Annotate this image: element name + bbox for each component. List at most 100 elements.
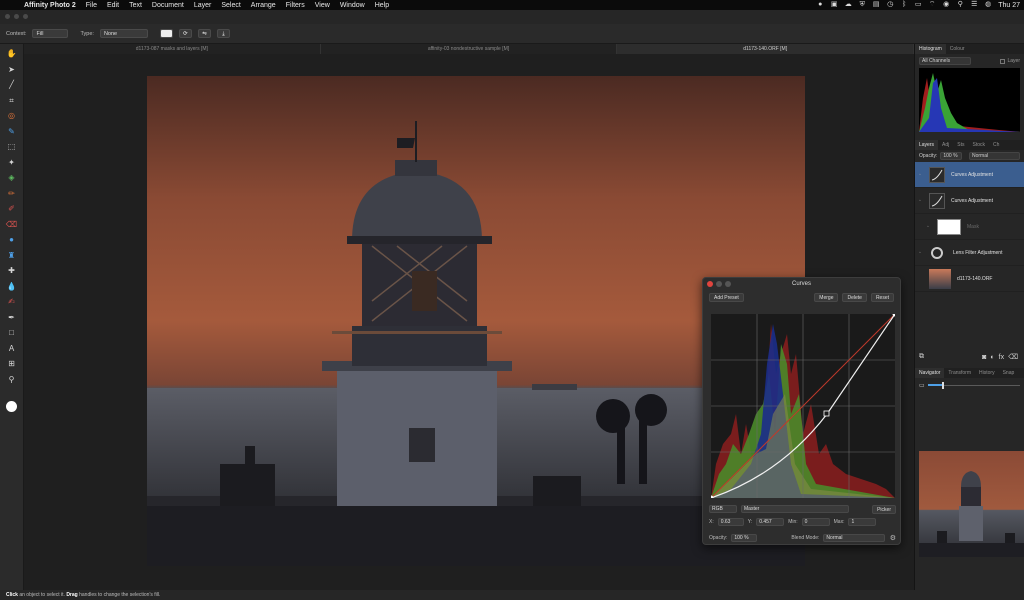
record-icon[interactable]: ● xyxy=(816,1,824,9)
visibility-icon[interactable]: ◦ xyxy=(919,250,924,256)
tab-layers[interactable]: Layers xyxy=(915,140,939,150)
document-tab[interactable]: d1173-087 masks and layers [M] xyxy=(24,44,321,54)
bluetooth-icon[interactable]: ᛒ xyxy=(900,1,908,9)
colour-swatch[interactable] xyxy=(6,401,17,412)
min-value-field[interactable]: 0 xyxy=(801,518,830,526)
layer-blend-mode-dropdown[interactable]: Normal xyxy=(968,152,1020,160)
view-tool-icon[interactable]: ✋ xyxy=(6,48,18,59)
curves-graph[interactable] xyxy=(708,311,898,501)
layer-checkbox[interactable]: Layer xyxy=(1000,58,1020,64)
menu-document[interactable]: Document xyxy=(152,2,184,9)
tab-channels[interactable]: Ch xyxy=(989,140,1003,150)
tab-history[interactable]: History xyxy=(975,368,999,378)
shield-icon[interactable]: ⛨ xyxy=(858,1,866,9)
tab-colour[interactable]: Colour xyxy=(946,44,969,54)
control-center-icon[interactable]: ☰ xyxy=(970,1,978,9)
menu-edit[interactable]: Edit xyxy=(107,2,119,9)
picker-button[interactable]: Picker xyxy=(872,504,896,514)
delete-button[interactable]: Delete xyxy=(842,292,867,302)
add-preset-button[interactable]: Add Preset xyxy=(709,292,744,302)
curves-title-bar[interactable]: Curves xyxy=(703,278,900,290)
shape-tool-icon[interactable]: □ xyxy=(6,327,18,338)
zoom-dialog-button[interactable] xyxy=(725,281,731,287)
zoom-track[interactable] xyxy=(927,381,1020,389)
creative-cloud-icon[interactable]: ☁ xyxy=(844,1,852,9)
layer-row[interactable]: d1173-140.ORF xyxy=(915,266,1024,292)
settings-gear-icon[interactable]: ⚙ xyxy=(890,534,896,542)
menu-text[interactable]: Text xyxy=(129,2,142,9)
document-tab-active[interactable]: d1173-140.ORF [M] xyxy=(617,44,915,54)
x-value-field[interactable]: 0.63 xyxy=(717,518,744,526)
fx-icon[interactable]: fx xyxy=(999,354,1004,361)
menu-window[interactable]: Window xyxy=(340,2,365,9)
erase-tool-icon[interactable]: ⌫ xyxy=(6,219,18,230)
wifi-icon[interactable]: ⌔ xyxy=(928,1,936,9)
crop-tool-icon[interactable]: ⌗ xyxy=(6,95,18,106)
visibility-icon[interactable]: ◦ xyxy=(919,172,924,178)
adjustment-icon[interactable]: ◐ xyxy=(990,354,994,361)
layer-opacity-field[interactable]: 100 % xyxy=(940,152,962,160)
y-value-field[interactable]: 0.457 xyxy=(756,518,785,526)
merge-button[interactable]: Merge xyxy=(814,292,839,302)
layer-row[interactable]: ◦ Curves Adjustment xyxy=(915,162,1024,188)
tab-styles[interactable]: Sts xyxy=(953,140,968,150)
zoom-out-icon[interactable]: ▭ xyxy=(919,382,925,389)
menu-file[interactable]: File xyxy=(86,2,97,9)
fill-tool-icon[interactable]: ◈ xyxy=(6,172,18,183)
camera-icon[interactable]: ▣ xyxy=(830,1,838,9)
pen-tool-icon[interactable]: ✒ xyxy=(6,312,18,323)
tab-stock[interactable]: Stock xyxy=(968,140,989,150)
colour-space-dropdown[interactable]: RGB xyxy=(709,505,737,513)
context-dropdown[interactable]: Fill xyxy=(32,29,69,38)
user-icon[interactable]: ◉ xyxy=(942,1,950,9)
battery-icon[interactable]: ▭ xyxy=(914,1,922,9)
selection-brush-icon[interactable]: ✎ xyxy=(6,126,18,137)
channels-dropdown[interactable]: All Channels xyxy=(919,57,971,65)
close-window-button[interactable] xyxy=(5,14,10,19)
layer-options-icon[interactable]: ⧉ xyxy=(919,353,924,361)
visibility-icon[interactable]: ◦ xyxy=(919,198,924,204)
smudge-tool-icon[interactable]: ✍ xyxy=(6,296,18,307)
mesh-warp-icon[interactable]: ⊞ xyxy=(6,358,18,369)
reset-button[interactable]: Reset xyxy=(870,292,894,302)
type-dropdown[interactable]: None xyxy=(99,29,148,38)
close-dialog-button[interactable] xyxy=(707,281,713,287)
blend-mode-dropdown[interactable]: Normal xyxy=(823,534,886,542)
gradient-swatch-button[interactable] xyxy=(159,29,173,38)
reverse-fill-icon[interactable]: ⟳ xyxy=(178,29,192,38)
swap-fill-icon[interactable]: ⇋ xyxy=(197,29,211,38)
menu-arrange[interactable]: Arrange xyxy=(251,2,276,9)
app-name-menu[interactable]: Affinity Photo 2 xyxy=(24,2,76,9)
move-tool-icon[interactable]: ➤ xyxy=(6,64,18,75)
healing-tool-icon[interactable]: ✚ xyxy=(6,265,18,276)
brush-tool-icon[interactable]: ✏ xyxy=(6,188,18,199)
zoom-window-button[interactable] xyxy=(23,14,28,19)
navigator-preview[interactable] xyxy=(919,451,1024,557)
menu-clock[interactable]: Thu 27 xyxy=(998,2,1020,9)
document-tab[interactable]: affinity-03 nondestructive sample [M] xyxy=(321,44,618,54)
dodge-tool-icon[interactable]: ● xyxy=(6,234,18,245)
menu-select[interactable]: Select xyxy=(221,2,240,9)
opacity-field[interactable]: 100 % xyxy=(731,534,758,542)
pixel-tool-icon[interactable]: ✐ xyxy=(6,203,18,214)
navigator-zoom-slider[interactable]: ▭ xyxy=(915,378,1024,392)
minimize-dialog-button[interactable] xyxy=(716,281,722,287)
clone-tool-icon[interactable]: ♜ xyxy=(6,250,18,261)
tab-transform[interactable]: Transform xyxy=(944,368,975,378)
siri-icon[interactable]: ◍ xyxy=(984,1,992,9)
tab-snapping[interactable]: Snap xyxy=(999,368,1019,378)
curves-dialog[interactable]: Curves Add Preset Merge Delete Reset RGB… xyxy=(702,277,901,545)
color-picker-icon[interactable]: ╱ xyxy=(6,79,18,90)
minimize-window-button[interactable] xyxy=(14,14,19,19)
text-tool-icon[interactable]: A xyxy=(6,343,18,354)
menu-filters[interactable]: Filters xyxy=(286,2,305,9)
paint-mixer-icon[interactable]: ◎ xyxy=(6,110,18,121)
channel-dropdown[interactable]: Master xyxy=(741,505,849,513)
marquee-tool-icon[interactable]: ⬚ xyxy=(6,141,18,152)
visibility-icon[interactable]: ◦ xyxy=(927,224,932,230)
apply-fill-icon[interactable]: ⤓ xyxy=(216,29,230,38)
delete-layer-icon[interactable]: ⌫ xyxy=(1008,353,1018,361)
max-value-field[interactable]: 1 xyxy=(848,518,877,526)
layer-row[interactable]: ◦ Lens Filter Adjustment xyxy=(915,240,1024,266)
tab-navigator[interactable]: Navigator xyxy=(915,368,945,378)
